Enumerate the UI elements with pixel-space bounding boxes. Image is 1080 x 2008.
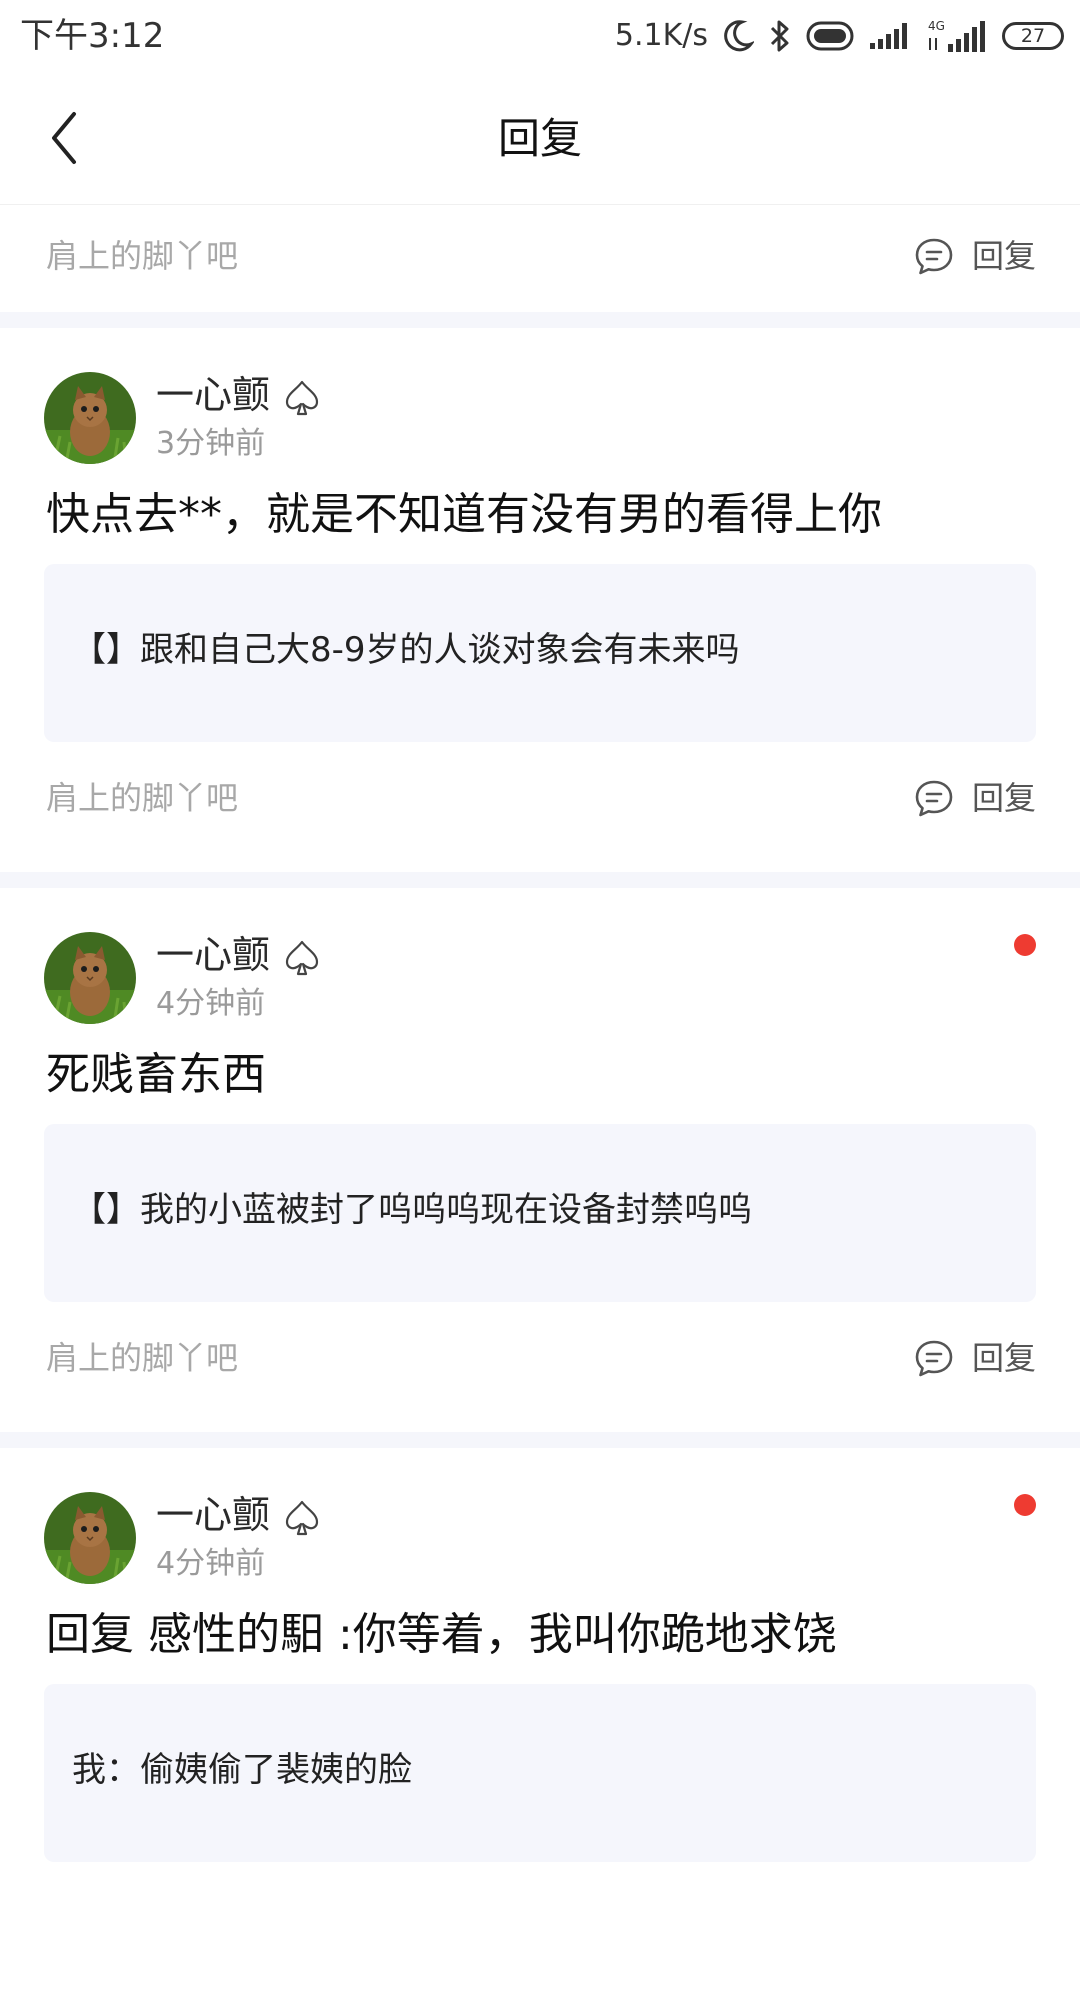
- unread-indicator: [1014, 934, 1036, 956]
- author-name[interactable]: 一心颤: [156, 930, 270, 980]
- reply-label: 回复: [971, 1339, 1036, 1377]
- forum-name[interactable]: 肩上的脚丫吧: [46, 774, 238, 822]
- signal-icon: [868, 21, 912, 51]
- comment-icon: [915, 238, 953, 275]
- divider: [0, 1432, 1080, 1448]
- reply-card[interactable]: 一心颤 3分钟前 快点去**，就是不知道有没有男的看得上你 【】跟和自己大8-9…: [0, 328, 1080, 872]
- reply-card[interactable]: 一心颤 4分钟前 死贱畜东西 【】我的小蓝被封了呜呜呜现在设备封禁呜呜 肩上的脚…: [0, 888, 1080, 1432]
- post-time: 4分钟前: [156, 986, 266, 1021]
- post-time: 4分钟前: [156, 1546, 266, 1581]
- divider: [0, 872, 1080, 888]
- comment-text: 死贱畜东西: [46, 1049, 266, 1100]
- quoted-post-text: 我：偷姨偷了裴姨的脸: [72, 1750, 412, 1790]
- quoted-post-text: 【】跟和自己大8-9岁的人谈对象会有未来吗: [72, 630, 740, 670]
- comment-text: 快点去**，就是不知道有没有男的看得上你: [46, 489, 882, 540]
- reply-button[interactable]: 回复: [914, 772, 1036, 824]
- battery-level: 27: [1020, 24, 1046, 47]
- card-footer: 肩上的脚丫吧 回复: [0, 746, 1080, 854]
- bluetooth-icon: [768, 19, 792, 53]
- reply-button[interactable]: 回复: [914, 1332, 1036, 1384]
- reply-card[interactable]: 一心颤 4分钟前 回复 感性的馹 :你等着，我叫你跪地求饶 我：偷姨偷了裴姨的脸: [0, 1448, 1080, 2008]
- toggle-icon: [806, 21, 854, 51]
- card-footer: 肩上的脚丫吧 回复: [0, 204, 1080, 312]
- comment-icon: [915, 780, 953, 817]
- status-time: 下午3:12: [20, 16, 165, 56]
- top-bar: 回复: [0, 72, 1080, 205]
- reply-feed: 肩上的脚丫吧 回复 一心颤 3分钟前 快点去**，就是不知道有没有男的看得上你 …: [0, 204, 1080, 2008]
- svg-text:4G: 4G: [928, 19, 945, 33]
- battery-icon: 27: [1002, 22, 1064, 50]
- author-name[interactable]: 一心颤: [156, 1490, 270, 1540]
- reply-label: 回复: [971, 779, 1036, 817]
- forum-name[interactable]: 肩上的脚丫吧: [46, 1334, 238, 1382]
- quoted-post-text: 【】我的小蓝被封了呜呜呜现在设备封禁呜呜: [72, 1190, 752, 1230]
- page-title: 回复: [497, 114, 582, 163]
- card-footer: 肩上的脚丫吧 回复: [0, 1306, 1080, 1414]
- divider: [0, 312, 1080, 328]
- reply-label: 回复: [971, 237, 1036, 275]
- avatar[interactable]: [44, 372, 136, 464]
- comment-text: 回复 感性的馹 :你等着，我叫你跪地求饶: [46, 1609, 837, 1660]
- quoted-post[interactable]: 【】跟和自己大8-9岁的人谈对象会有未来吗: [44, 564, 1036, 742]
- spade-icon: [285, 380, 319, 416]
- quoted-post[interactable]: 【】我的小蓝被封了呜呜呜现在设备封禁呜呜: [44, 1124, 1036, 1302]
- moon-icon: [722, 19, 754, 53]
- spade-icon: [285, 940, 319, 976]
- author-name[interactable]: 一心颤: [156, 370, 270, 420]
- spade-icon: [285, 1500, 319, 1536]
- unread-indicator: [1014, 1494, 1036, 1516]
- status-indicators: 5.1K/s 4G 27: [615, 14, 1064, 58]
- network-speed: 5.1K/s: [614, 18, 708, 53]
- post-time: 3分钟前: [156, 426, 266, 461]
- signal-4g-icon: 4G: [926, 18, 988, 54]
- comment-icon: [915, 1340, 953, 1377]
- forum-name[interactable]: 肩上的脚丫吧: [46, 232, 238, 280]
- avatar[interactable]: [44, 932, 136, 1024]
- avatar[interactable]: [44, 1492, 136, 1584]
- quoted-post[interactable]: 我：偷姨偷了裴姨的脸: [44, 1684, 1036, 1862]
- reply-button[interactable]: 回复: [914, 230, 1036, 282]
- status-bar: 下午3:12 5.1K/s 4G 27: [0, 0, 1080, 72]
